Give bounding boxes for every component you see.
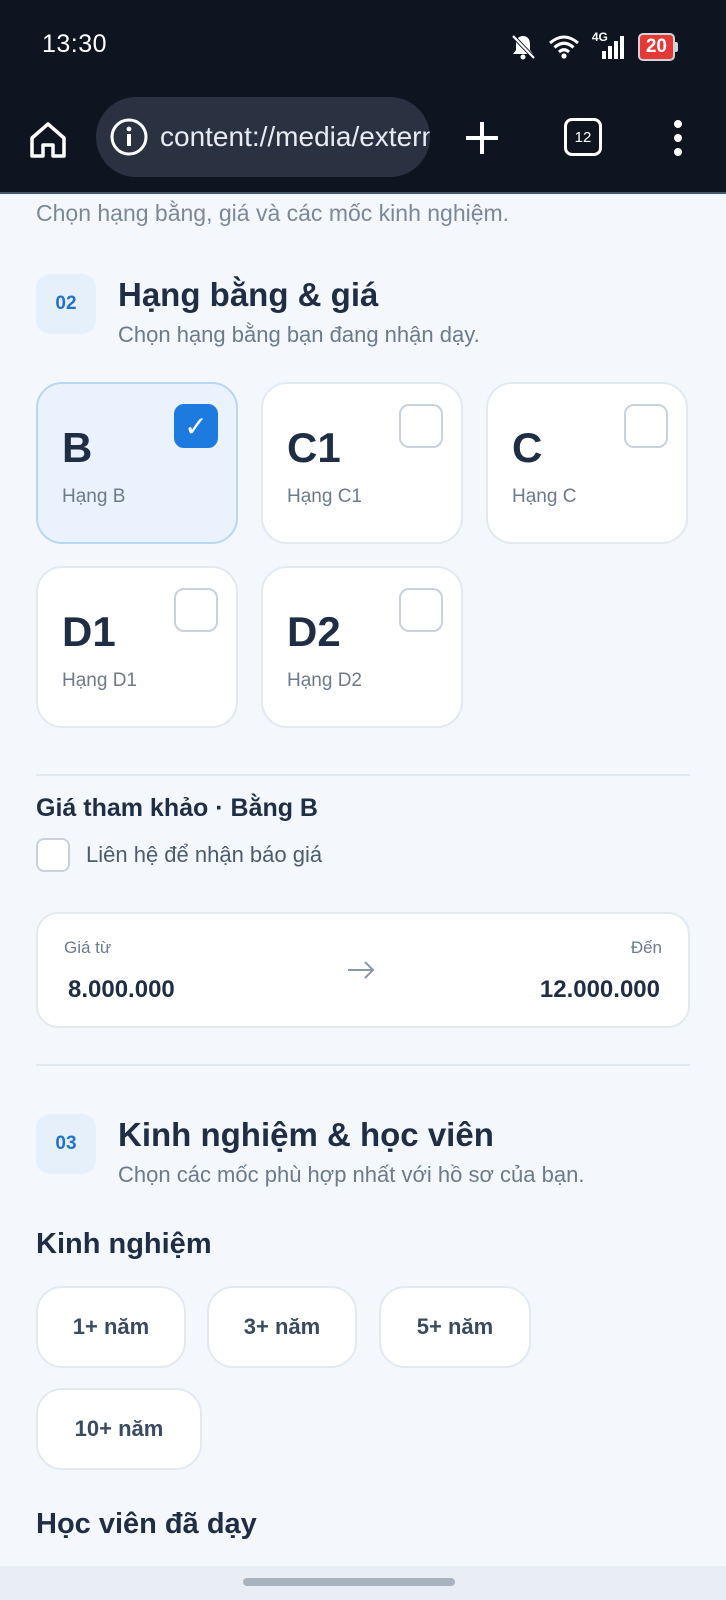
students-heading: Học viên đã dạy xyxy=(36,1508,257,1540)
section-title-experience: Kinh nghiệm & học viên xyxy=(118,1116,494,1153)
checkbox[interactable] xyxy=(399,588,443,632)
bell-off-icon xyxy=(511,34,536,60)
battery-tip xyxy=(675,42,678,52)
experience-chip-5[interactable]: 5+ năm xyxy=(379,1286,531,1368)
price-to-label: Đến xyxy=(630,938,662,957)
step-badge-02: 02 xyxy=(36,274,96,334)
license-code: B xyxy=(62,424,93,471)
license-card-d1[interactable]: D1 Hạng D1 xyxy=(36,566,238,728)
contact-label: Liên hệ để nhận báo giá xyxy=(86,842,323,867)
intro-text: Chọn hạng bằng, giá và các mốc kinh nghi… xyxy=(36,200,510,226)
license-name: Hạng C1 xyxy=(287,486,362,507)
experience-heading: Kinh nghiệm xyxy=(36,1228,212,1260)
license-code: D2 xyxy=(287,608,341,655)
license-code: D1 xyxy=(62,608,116,655)
battery-icon: 20 xyxy=(637,33,678,61)
license-name: Hạng B xyxy=(62,486,126,507)
experience-chip-1[interactable]: 1+ năm xyxy=(36,1286,186,1368)
browser-toolbar: content://media/external 12 xyxy=(0,90,726,194)
step-badge-03: 03 xyxy=(36,1114,96,1174)
experience-chip-3[interactable]: 3+ năm xyxy=(207,1286,357,1368)
contact-checkbox[interactable] xyxy=(36,838,70,872)
price-from-label: Giá từ xyxy=(64,938,112,957)
license-card-b[interactable]: B Hạng B ✓ xyxy=(36,382,238,544)
url-text[interactable]: content://media/external xyxy=(160,121,430,153)
gesture-handle[interactable] xyxy=(243,1578,455,1586)
divider xyxy=(36,1064,690,1066)
checkbox[interactable] xyxy=(174,588,218,632)
section-subtitle-experience: Chọn các mốc phù hợp nhất với hồ sơ của … xyxy=(118,1162,585,1187)
check-icon: ✓ xyxy=(184,410,208,442)
battery-level: 20 xyxy=(637,33,675,61)
price-title: Giá tham khảo · Bằng B xyxy=(36,794,318,822)
home-icon[interactable] xyxy=(26,118,70,162)
checkbox[interactable] xyxy=(399,404,443,448)
status-bar: 13:30 4G 20 xyxy=(0,0,726,90)
status-time: 13:30 xyxy=(42,30,108,58)
section-title-license: Hạng bằng & giá xyxy=(118,276,379,313)
plus-icon[interactable] xyxy=(460,116,504,160)
price-from-input[interactable]: 8.000.000 xyxy=(68,976,175,1004)
license-card-c1[interactable]: C1 Hạng C1 xyxy=(261,382,463,544)
license-card-c[interactable]: C Hạng C xyxy=(486,382,688,544)
contact-row[interactable]: Liên hệ để nhận báo giá xyxy=(36,838,322,872)
arrow-right-icon xyxy=(348,961,375,979)
wifi-icon xyxy=(548,35,579,59)
tab-count: 12 xyxy=(574,128,592,146)
info-icon[interactable] xyxy=(108,116,150,158)
page-content: Chọn hạng bằng, giá và các mốc kinh nghi… xyxy=(0,194,726,1600)
status-icons: 4G 20 xyxy=(510,30,678,64)
experience-chip-10[interactable]: 10+ năm xyxy=(36,1388,202,1470)
more-vert-icon[interactable] xyxy=(664,118,692,158)
price-to-input[interactable]: 12.000.000 xyxy=(540,976,660,1004)
license-code: C xyxy=(512,424,543,471)
checkbox[interactable] xyxy=(624,404,668,448)
address-bar[interactable]: content://media/external xyxy=(96,97,430,177)
license-card-d2[interactable]: D2 Hạng D2 xyxy=(261,566,463,728)
signal-indicator: 4G xyxy=(592,30,626,61)
signal-icon xyxy=(601,36,624,59)
price-range-box[interactable]: Giá từ Đến 8.000.000 12.000.000 xyxy=(36,912,690,1028)
license-name: Hạng C xyxy=(512,486,577,507)
license-name: Hạng D1 xyxy=(62,670,137,691)
tabs-icon[interactable]: 12 xyxy=(564,118,602,156)
license-name: Hạng D2 xyxy=(287,670,362,691)
checkbox-checked[interactable]: ✓ xyxy=(174,404,218,448)
license-code: C1 xyxy=(287,424,341,471)
section-subtitle-license: Chọn hạng bằng bạn đang nhận dạy. xyxy=(118,322,480,347)
divider xyxy=(36,774,690,776)
